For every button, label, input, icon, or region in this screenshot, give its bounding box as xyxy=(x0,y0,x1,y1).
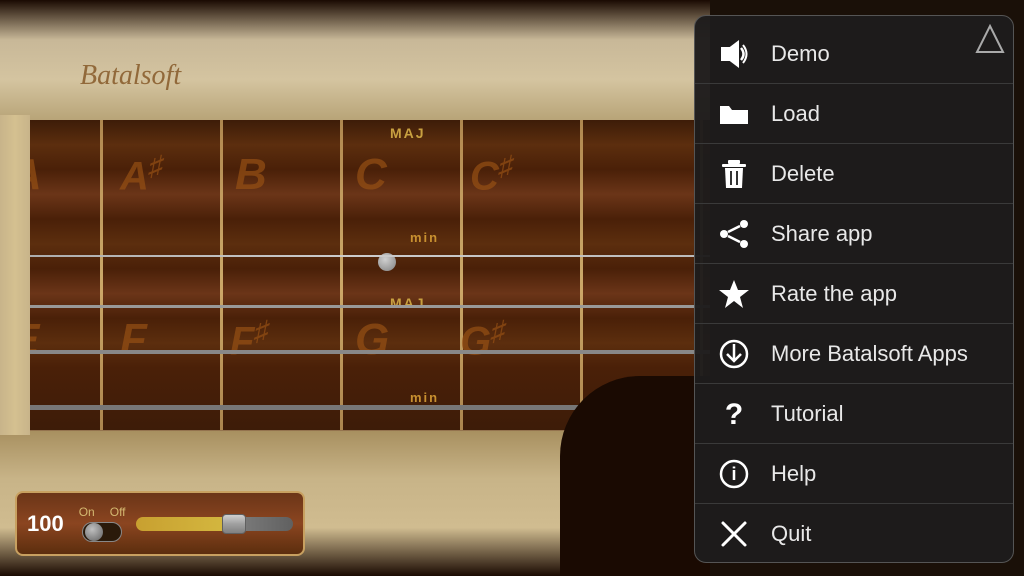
svg-text:?: ? xyxy=(725,398,743,430)
share-icon xyxy=(715,215,753,253)
note-Asharp: A♯ xyxy=(120,150,163,199)
brand-logo: Batalsoft xyxy=(80,60,181,92)
guitar-nut xyxy=(0,115,30,435)
context-menu: Demo Load Delete xyxy=(694,15,1014,563)
menu-item-delete[interactable]: Delete xyxy=(695,144,1013,204)
maj-label-bottom: MAJ xyxy=(390,295,426,311)
download-icon xyxy=(715,335,753,373)
string-3 xyxy=(0,350,710,354)
fret-line xyxy=(580,120,583,430)
menu-item-load[interactable]: Load xyxy=(695,84,1013,144)
menu-label-more: More Batalsoft Apps xyxy=(771,341,968,367)
on-label: On xyxy=(79,505,95,519)
toggle-switch[interactable] xyxy=(82,522,122,542)
menu-label-delete: Delete xyxy=(771,161,835,187)
off-label: Off xyxy=(110,505,126,519)
menu-label-quit: Quit xyxy=(771,521,811,547)
note-F: F xyxy=(120,315,147,365)
note-B: B xyxy=(235,150,267,200)
note-G: G xyxy=(355,315,389,365)
fret-line xyxy=(340,120,343,430)
menu-item-more[interactable]: More Batalsoft Apps xyxy=(695,324,1013,384)
folder-icon xyxy=(715,95,753,133)
guitar-body-curve xyxy=(560,376,710,576)
note-Gsharp: G♯ xyxy=(460,315,505,364)
note-C: C xyxy=(355,150,387,200)
note-Fsharp: F♯ xyxy=(230,315,268,364)
menu-item-quit[interactable]: Quit xyxy=(695,504,1013,563)
fret-line xyxy=(460,120,463,430)
toggle-knob xyxy=(85,523,103,541)
menu-item-rate[interactable]: Rate the app xyxy=(695,264,1013,324)
menu-label-load: Load xyxy=(771,101,820,127)
note-Csharp: C♯ xyxy=(470,150,513,199)
menu-label-share: Share app xyxy=(771,221,873,247)
on-off-toggle[interactable]: On Off xyxy=(79,505,126,542)
min-label-top: min xyxy=(410,230,439,245)
speaker-icon xyxy=(715,35,753,73)
svg-text:i: i xyxy=(731,464,736,484)
trash-icon xyxy=(715,155,753,193)
menu-label-demo: Demo xyxy=(771,41,830,67)
string-2 xyxy=(0,305,710,308)
x-icon xyxy=(715,515,753,553)
info-icon: i xyxy=(715,455,753,493)
menu-item-share[interactable]: Share app xyxy=(695,204,1013,264)
min-label-bottom: min xyxy=(410,390,439,405)
star-icon xyxy=(715,275,753,313)
fret-line xyxy=(220,120,223,430)
menu-label-help: Help xyxy=(771,461,816,487)
menu-label-tutorial: Tutorial xyxy=(771,401,844,427)
fret-line xyxy=(100,120,103,430)
menu-item-demo[interactable]: Demo xyxy=(695,24,1013,84)
corner-decoration xyxy=(975,24,1005,54)
guitar-background: MAJ min MAJ min A A♯ B C C♯ E F F♯ G G♯ … xyxy=(0,0,710,576)
menu-label-rate: Rate the app xyxy=(771,281,897,307)
question-icon: ? xyxy=(715,395,753,433)
menu-item-tutorial[interactable]: ? Tutorial xyxy=(695,384,1013,444)
volume-slider-container[interactable] xyxy=(136,517,293,531)
volume-control: 100 On Off xyxy=(15,491,305,556)
volume-slider-thumb[interactable] xyxy=(222,514,246,534)
menu-item-help[interactable]: i Help xyxy=(695,444,1013,504)
string-1 xyxy=(0,255,710,257)
volume-value: 100 xyxy=(27,511,64,537)
maj-label-top: MAJ xyxy=(390,125,426,141)
volume-slider-track[interactable] xyxy=(136,517,293,531)
